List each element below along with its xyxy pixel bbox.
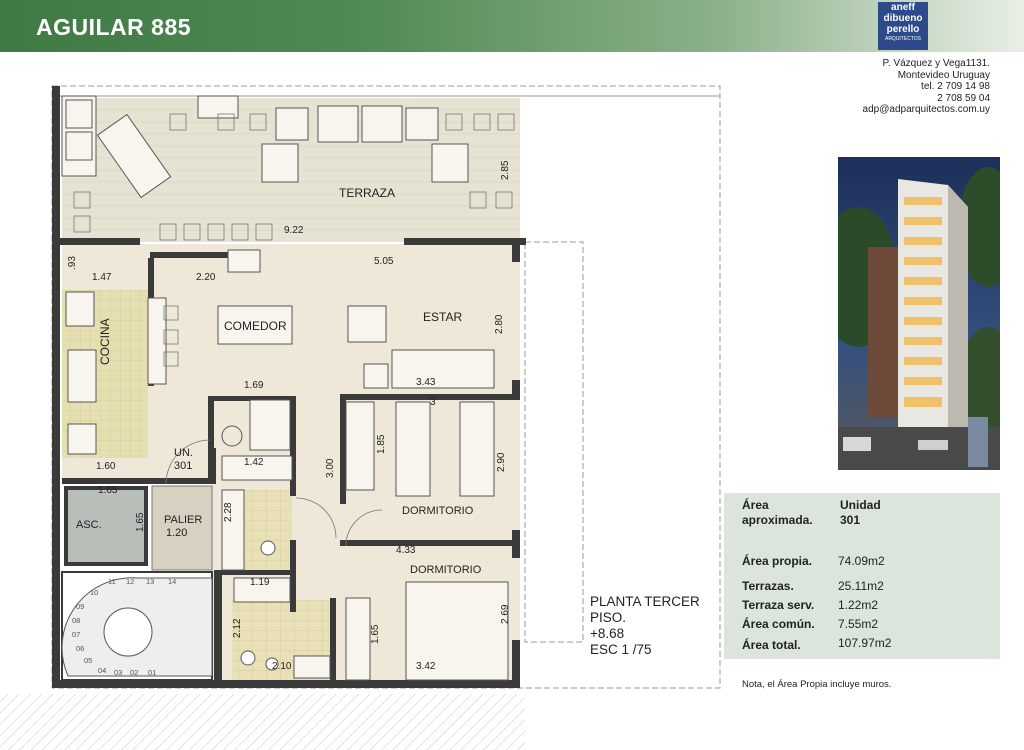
palier-dimension: 1.20: [166, 527, 188, 539]
dimension-label: 9.22: [284, 225, 304, 236]
room-label-cocina: COCINA: [98, 318, 112, 365]
dimension-label: 3.00: [325, 458, 336, 478]
room-label-comedor: COMEDOR: [224, 319, 287, 333]
room-label-asc: ASC.: [76, 519, 102, 531]
dimension-label: .93: [67, 256, 78, 270]
dimension-label: 3: [430, 397, 436, 408]
room-label-estar: ESTAR: [423, 310, 463, 324]
dimension-label: 2.28: [223, 502, 234, 522]
dimension-label: 1.47: [92, 272, 112, 283]
dimension-label: 2.90: [496, 452, 507, 472]
stair-step-number: 08: [72, 616, 81, 625]
room-label-terraza: TERRAZA: [339, 186, 396, 200]
stair-step-number: 02: [130, 668, 139, 677]
stair-step-number: 09: [76, 602, 85, 611]
stair-step-number: 01: [148, 668, 157, 677]
room-label-dormitorio-1: DORMITORIO: [402, 505, 474, 517]
unit-label: UN.: [174, 447, 193, 459]
dimension-label: 4.33: [396, 545, 416, 556]
room-label-palier: PALIER: [164, 514, 203, 526]
stair-step-number: 13: [146, 577, 155, 586]
stair-step-number: 12: [126, 577, 135, 586]
stair-step-number: 10: [90, 588, 99, 597]
dimension-label: 2.10: [272, 661, 292, 672]
stair-step-number: 05: [84, 656, 93, 665]
dimension-label: 1.42: [244, 457, 264, 468]
dimension-label: 1.19: [250, 577, 270, 588]
dimension-label: 1.85: [376, 434, 387, 454]
dimension-label: 2.80: [494, 314, 505, 334]
unit-number: 301: [174, 460, 193, 472]
dimension-label: 3.42: [416, 661, 436, 672]
dimension-label: 1.69: [244, 380, 264, 391]
stair-step-number: 03: [114, 668, 123, 677]
dimension-label: 5.05: [374, 256, 394, 267]
dimension-label: 1.65: [135, 512, 146, 532]
dimension-label: 2.12: [232, 618, 243, 638]
dimension-label: 2.69: [500, 604, 511, 624]
dimension-label: 2.20: [196, 272, 216, 283]
stair-step-number: 06: [76, 644, 85, 653]
stair-step-number: 14: [168, 577, 177, 586]
stair-step-number: 11: [108, 577, 116, 586]
dimension-label: 1.65: [98, 485, 118, 496]
dimension-label: 1.60: [96, 461, 116, 472]
floor-plan: [0, 85, 721, 750]
stair-step-number: 07: [72, 630, 81, 639]
dimension-label: 1.65: [370, 624, 381, 644]
dimension-label: 2.85: [500, 160, 511, 180]
dimension-label: 3.43: [416, 377, 436, 388]
room-label-dormitorio-2: DORMITORIO: [410, 564, 482, 576]
stair-step-number: 04: [98, 666, 107, 675]
